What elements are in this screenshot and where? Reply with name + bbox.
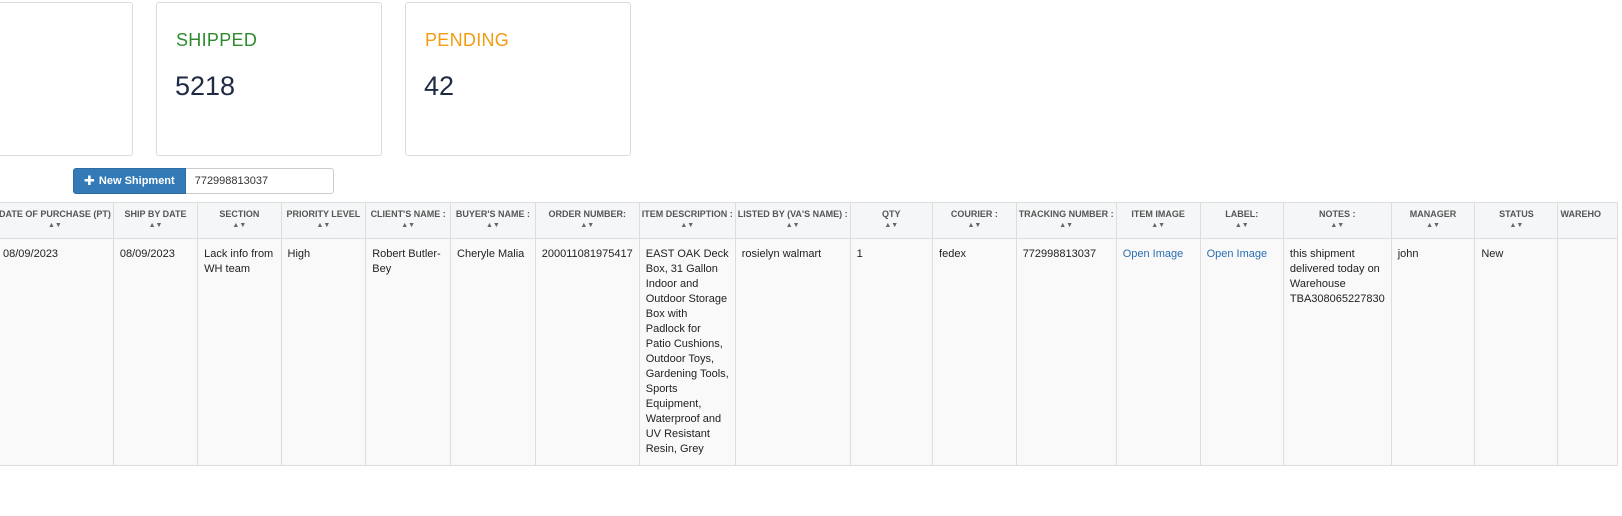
column-header-order-number[interactable]: ORDER NUMBER: ▲▼ [534,202,640,239]
cell-buyer-name: Cheryle Malia [450,238,536,466]
shipment-toolbar: ✚ New Shipment [73,168,334,194]
column-header-manager[interactable]: MANAGER ▲▼ [1390,202,1476,239]
sort-icon: ▲▼ [884,222,899,229]
sort-icon: ▲▼ [148,222,163,229]
cell-listed-by: rosielyn walmart [734,238,851,466]
stat-card-pending: PENDING 42 [405,2,631,156]
column-header-listed-by[interactable]: LISTED BY (VA'S NAME) : ▲▼ [734,202,851,239]
cell-notes: this shipment delivered today on Warehou… [1282,238,1392,466]
cell-manager: john [1390,238,1476,466]
new-shipment-label: New Shipment [98,175,175,187]
plus-icon: ✚ [84,173,95,188]
column-header-ship-by-date[interactable]: SHIP BY DATE ▲▼ [112,202,199,239]
sort-icon: ▲▼ [1234,222,1249,229]
stat-card-label: SHIPPED [176,30,258,50]
column-header-buyer-name[interactable]: BUYER'S NAME : ▲▼ [450,202,536,239]
cell-item-image: Open Image [1115,238,1201,466]
table-header-row: DATE OF PURCHASE (PT) ▲▼ SHIP BY DATE ▲▼ S… [0,202,1618,239]
sort-icon: ▲▼ [680,222,695,229]
sort-icon: ▲▼ [316,222,331,229]
column-header-label[interactable]: LABEL: ▲▼ [1199,202,1284,239]
open-label-link[interactable]: Open Image [1207,248,1268,260]
sort-icon: ▲▼ [232,222,247,229]
stat-card-shipped: SHIPPED 5218 [156,2,382,156]
column-header-notes[interactable]: NOTES : ▲▼ [1282,202,1392,239]
sort-icon: ▲▼ [1509,222,1524,229]
cell-tracking-number: 772998813037 [1015,238,1117,466]
sort-icon: ▲▼ [47,222,62,229]
sort-icon: ▲▼ [580,222,595,229]
sort-icon: ▲▼ [1151,222,1166,229]
cell-order-number: 200011081975417 [534,238,640,466]
column-header-warehouse[interactable]: WAREHO [1557,202,1618,239]
column-header-qty[interactable]: QTY ▲▼ [849,202,934,239]
sort-icon: ▲▼ [1426,222,1440,229]
cell-warehouse [1557,238,1618,466]
sort-icon: ▲▼ [1330,222,1345,229]
stat-card-total [0,2,133,156]
cell-label: Open Image [1199,238,1284,466]
column-header-item-image[interactable]: ITEM IMAGE ▲▼ [1115,202,1201,239]
cell-date-of-purchase: 08/09/2023 [0,238,114,466]
column-header-tracking-number[interactable]: TRACKING NUMBER : ▲▼ [1015,202,1117,239]
column-header-date-of-purchase[interactable]: DATE OF PURCHASE (PT) ▲▼ [0,202,114,239]
column-header-client-name[interactable]: CLIENT'S NAME : ▲▼ [365,202,452,239]
stat-card-value: 5218 [175,71,236,101]
search-input[interactable] [185,168,334,194]
stat-card-label: PENDING [425,30,510,50]
column-header-item-description[interactable]: ITEM DESCRIPTION : ▲▼ [638,202,736,239]
sort-icon: ▲▼ [967,222,982,229]
sort-icon: ▲▼ [485,222,500,229]
cell-qty: 1 [849,238,934,466]
table-row: 08/09/2023 08/09/2023 Lack info from WH … [0,238,1618,466]
sort-icon: ▲▼ [785,222,800,229]
cell-client-name: Robert Butler-Bey [365,238,452,466]
open-item-image-link[interactable]: Open Image [1123,248,1184,260]
cell-item-description: EAST OAK Deck Box, 31 Gallon Indoor and … [638,238,736,466]
new-shipment-button[interactable]: ✚ New Shipment [73,168,186,194]
column-header-courier[interactable]: COURIER : ▲▼ [932,202,1017,239]
cell-priority: High [280,238,367,466]
sort-icon: ▲▼ [401,222,416,229]
cell-courier: fedex [932,238,1017,466]
cell-status: New [1474,238,1559,466]
sort-icon: ▲▼ [1059,222,1074,229]
stat-card-value: 42 [424,71,455,101]
shipments-table: DATE OF PURCHASE (PT) ▲▼ SHIP BY DATE ▲▼ S… [0,202,1618,466]
column-header-priority-level[interactable]: PRIORITY LEVEL ▲▼ [280,202,367,239]
cell-ship-by-date: 08/09/2023 [112,238,199,466]
column-header-section[interactable]: SECTION ▲▼ [197,202,282,239]
column-header-status[interactable]: STATUS ▲▼ [1474,202,1559,239]
cell-section: Lack info from WH team [197,238,282,466]
